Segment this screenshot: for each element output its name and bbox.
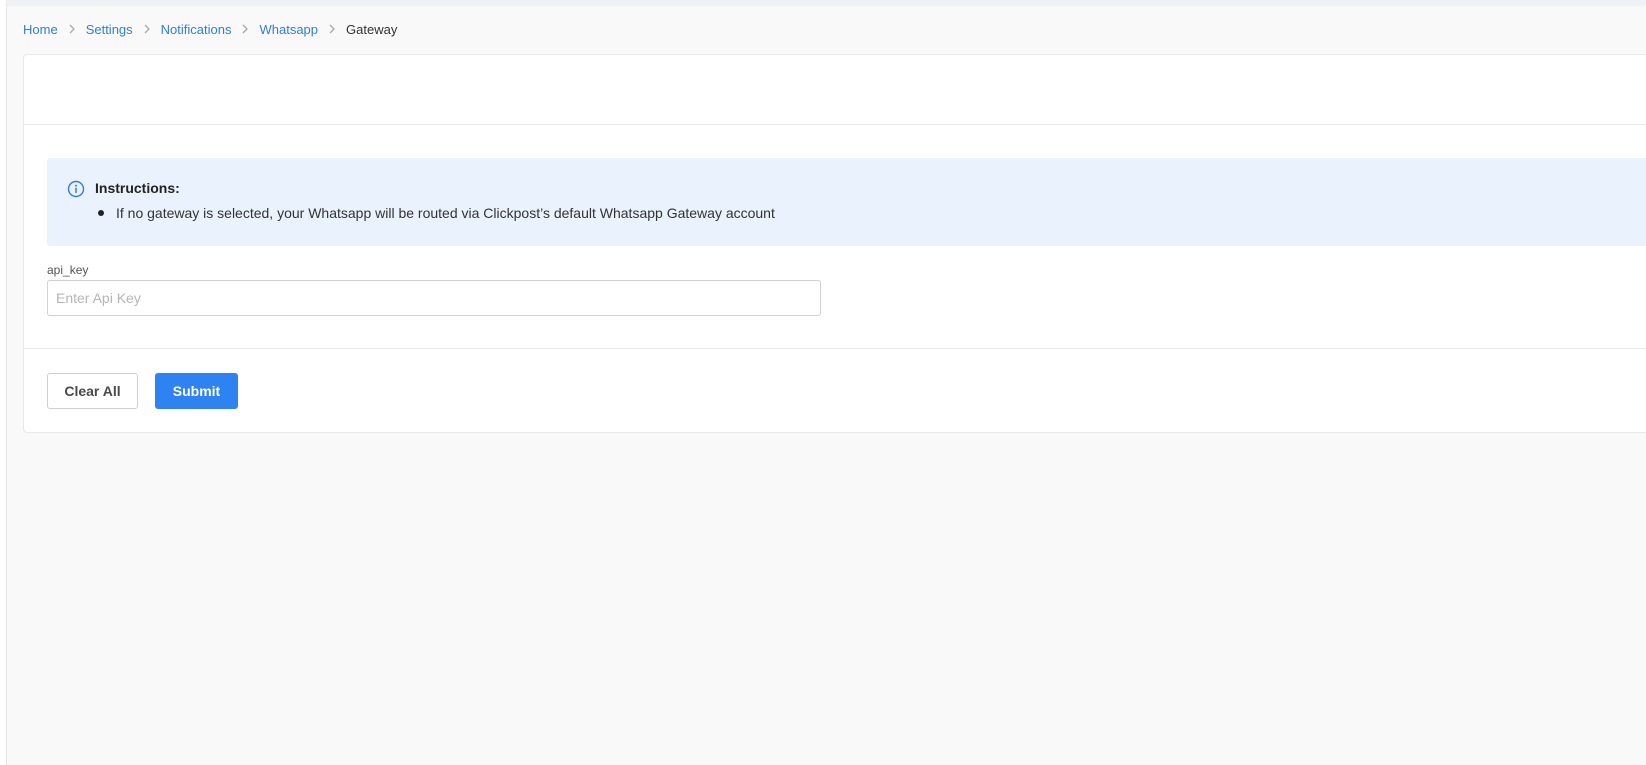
- api-key-label: api_key: [47, 263, 89, 277]
- breadcrumb-home[interactable]: Home: [23, 22, 58, 37]
- top-bar: [6, 0, 1646, 4]
- instructions-panel: Instructions: If no gateway is selected,…: [47, 158, 1646, 246]
- breadcrumb-gateway: Gateway: [346, 21, 398, 37]
- list-item: If no gateway is selected, your Whatsapp…: [95, 205, 775, 221]
- api-key-input[interactable]: [47, 280, 821, 316]
- submit-button[interactable]: Submit: [155, 373, 238, 409]
- instruction-text: If no gateway is selected, your Whatsapp…: [116, 205, 775, 221]
- chevron-right-icon: [231, 24, 259, 34]
- gateway-form-card: Instructions: If no gateway is selected,…: [23, 54, 1646, 433]
- breadcrumb-settings[interactable]: Settings: [86, 22, 133, 37]
- bullet-icon: [98, 210, 104, 216]
- breadcrumb: Home Settings Notifications Whatsapp Gat…: [23, 20, 397, 38]
- divider: [24, 348, 1646, 349]
- clear-all-button[interactable]: Clear All: [47, 373, 138, 409]
- instructions-list: If no gateway is selected, your Whatsapp…: [95, 205, 775, 221]
- chevron-right-icon: [318, 24, 346, 34]
- info-icon: [67, 180, 85, 198]
- instructions-title: Instructions:: [95, 180, 180, 196]
- chevron-right-icon: [133, 24, 161, 34]
- card-header: [24, 55, 1646, 125]
- breadcrumb-notifications[interactable]: Notifications: [161, 22, 232, 37]
- breadcrumb-whatsapp[interactable]: Whatsapp: [259, 22, 318, 37]
- left-rail: [0, 0, 7, 765]
- chevron-right-icon: [58, 24, 86, 34]
